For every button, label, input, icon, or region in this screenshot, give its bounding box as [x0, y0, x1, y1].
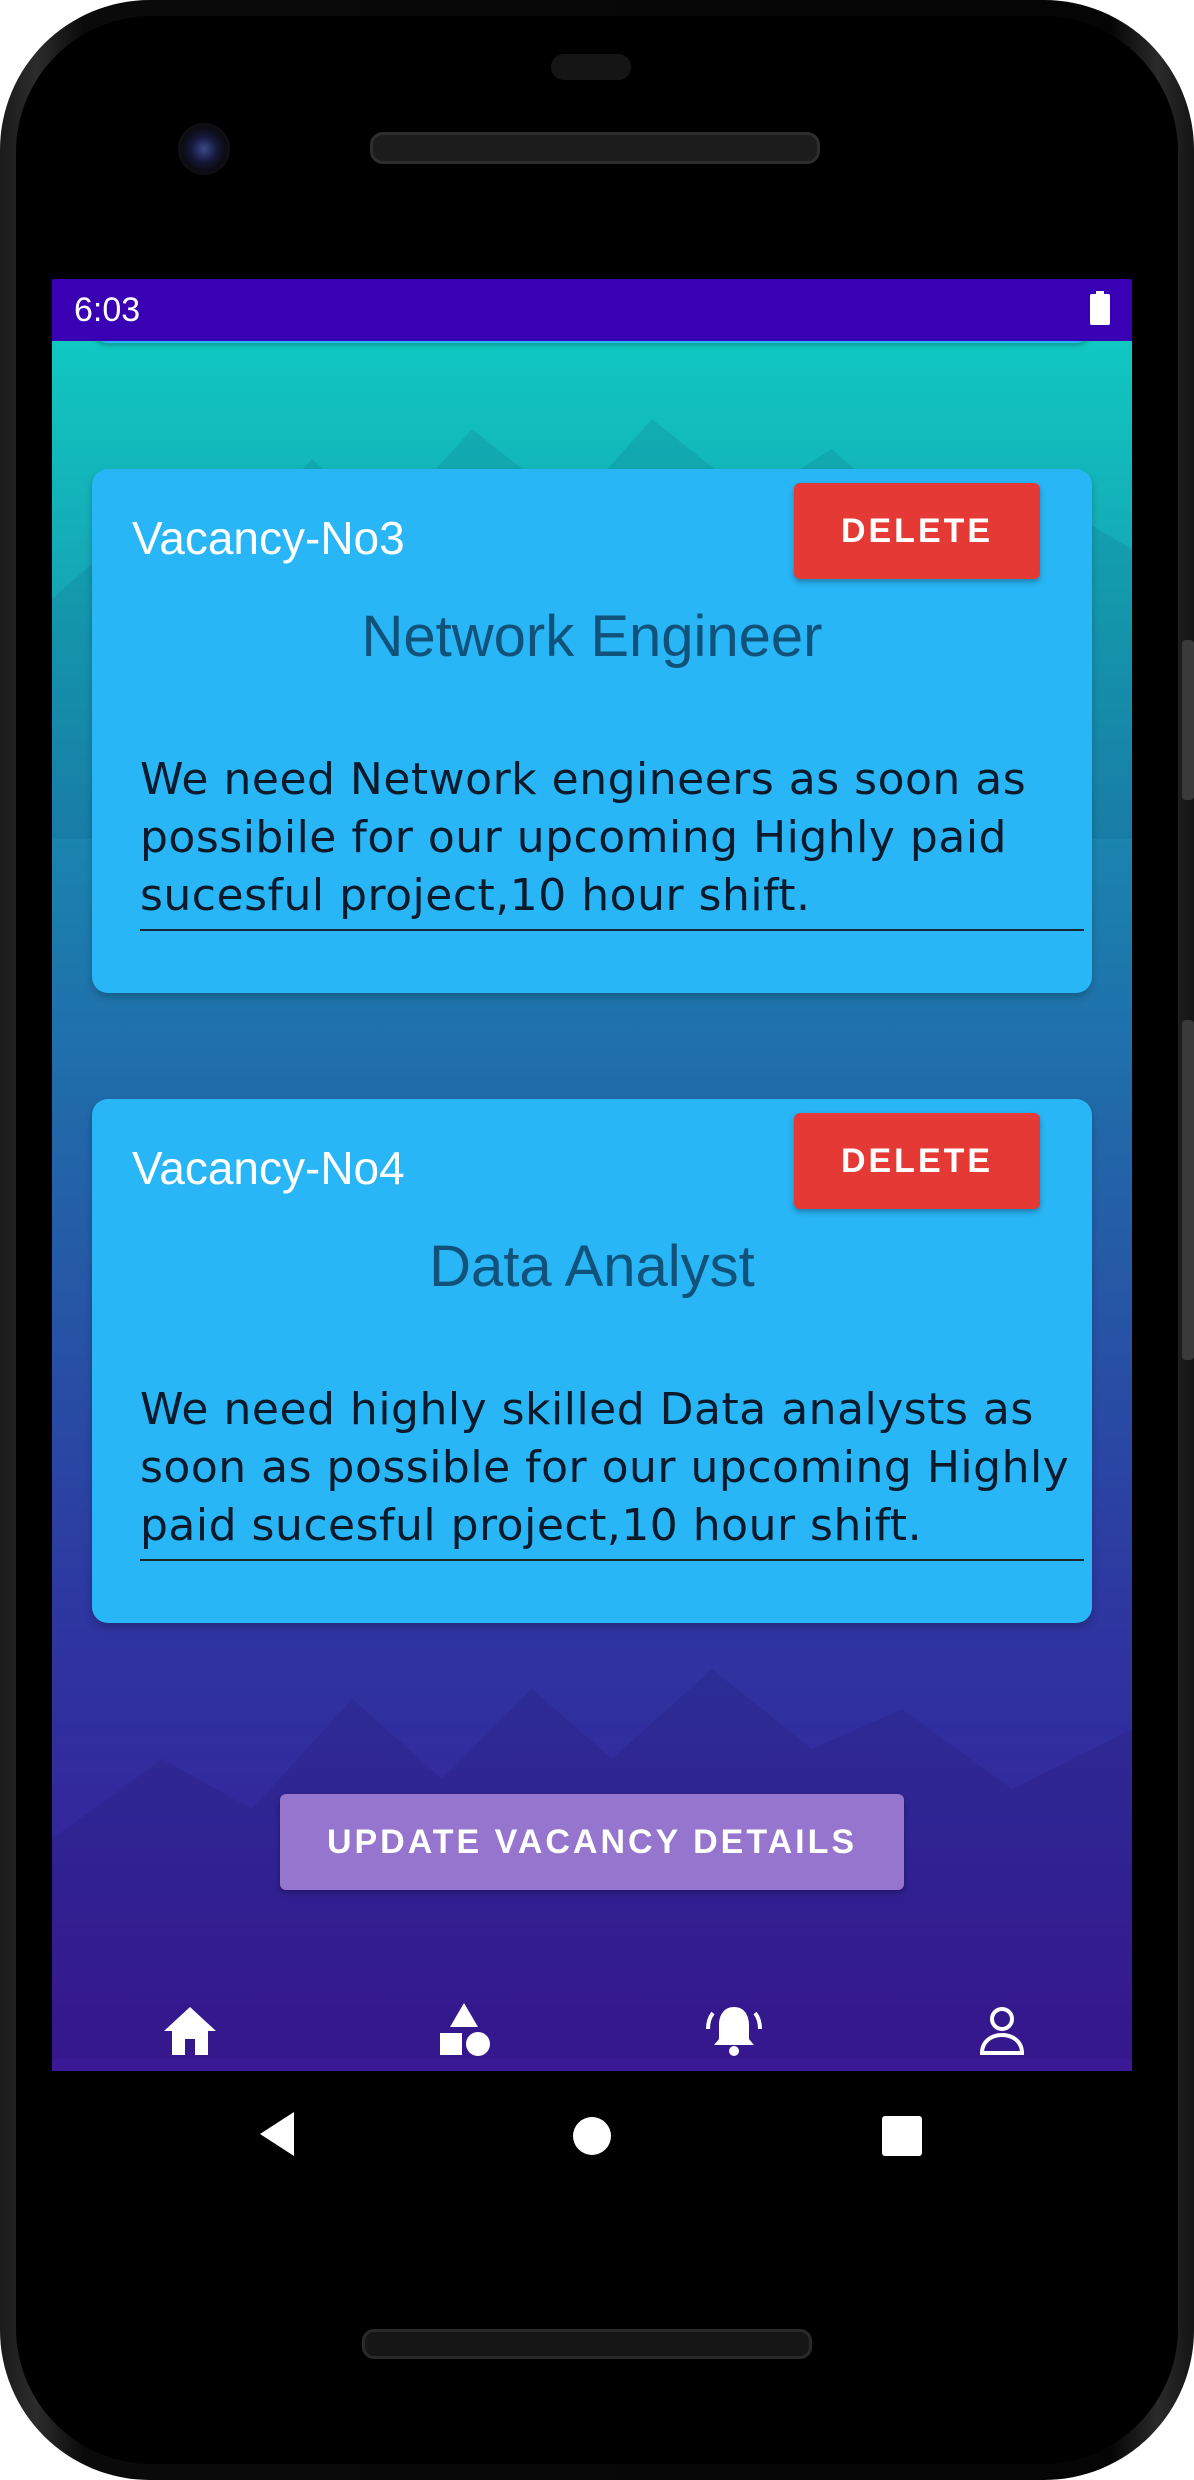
- power-button: [1182, 640, 1194, 800]
- back-icon[interactable]: [258, 2110, 298, 2158]
- notification-bell-icon[interactable]: [704, 2001, 764, 2061]
- home-icon[interactable]: [160, 2001, 220, 2061]
- vacancy-card: Vacancy-No3 DELETE Network Engineer We n…: [92, 469, 1092, 993]
- vacancy-card: Vacancy-No4 DELETE Data Analyst We need …: [92, 1099, 1092, 1623]
- delete-button[interactable]: DELETE: [794, 483, 1040, 579]
- app-screen: 6:03 Vacancy-No3 DELETE Network Engineer…: [52, 279, 1132, 2071]
- vacancy-title: Network Engineer: [361, 604, 823, 669]
- vacancy-description-field[interactable]: We need Network engineers as soon as pos…: [140, 751, 1080, 925]
- status-time: 6:03: [74, 291, 141, 329]
- sensor-slot: [551, 54, 631, 80]
- volume-button: [1182, 1020, 1194, 1360]
- delete-button[interactable]: DELETE: [794, 1113, 1040, 1209]
- profile-icon[interactable]: [972, 2001, 1032, 2061]
- status-bar: 6:03: [52, 279, 1132, 341]
- battery-full-icon: [1090, 291, 1110, 325]
- vacancy-number: Vacancy-No4: [132, 1142, 405, 1194]
- recents-icon[interactable]: [882, 2116, 922, 2156]
- bottom-speaker: [362, 2329, 812, 2359]
- vacancy-description-field[interactable]: We need highly skilled Data analysts as …: [140, 1381, 1080, 1555]
- earpiece-speaker: [370, 132, 820, 164]
- front-camera: [178, 123, 230, 175]
- vacancy-number: Vacancy-No3: [132, 512, 405, 564]
- description-underline: [140, 929, 1084, 931]
- vacancy-title: Data Analyst: [429, 1234, 755, 1299]
- shapes-icon[interactable]: [434, 2001, 494, 2061]
- update-vacancy-details-button[interactable]: UPDATE VACANCY DETAILS: [280, 1794, 904, 1890]
- home-circle-icon[interactable]: [572, 2116, 612, 2156]
- phone-frame: 6:03 Vacancy-No3 DELETE Network Engineer…: [0, 0, 1194, 2480]
- description-underline: [140, 1559, 1084, 1561]
